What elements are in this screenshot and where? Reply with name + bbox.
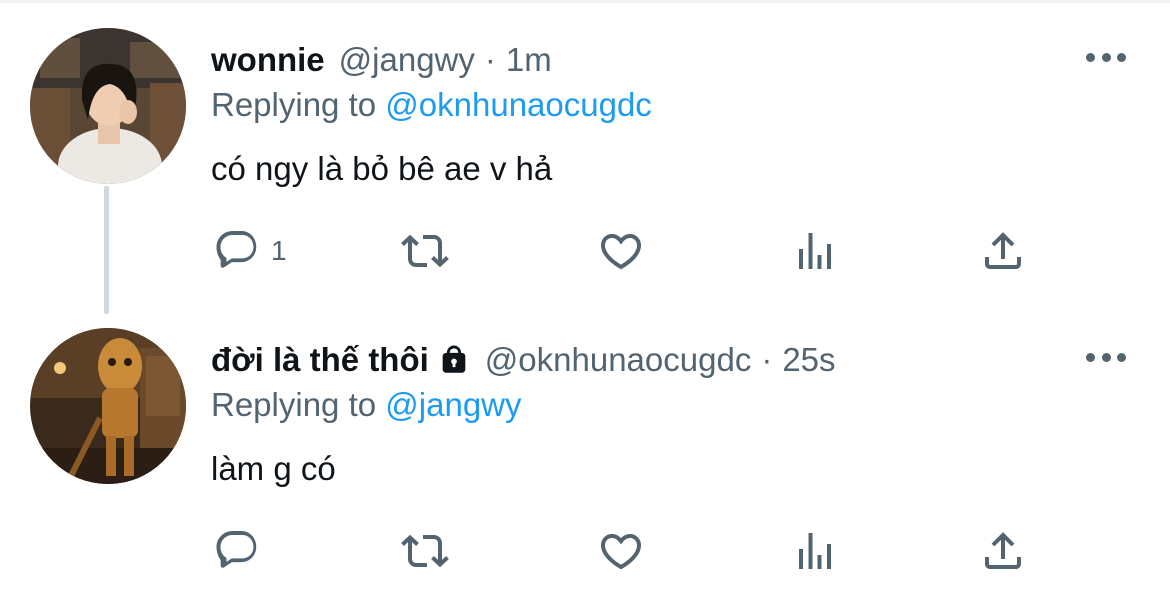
like-button[interactable]: [597, 526, 645, 576]
reply-button[interactable]: 1: [213, 226, 287, 276]
share-button[interactable]: [979, 526, 1027, 576]
separator: ·: [484, 41, 496, 78]
avatar[interactable]: [30, 328, 186, 484]
retweet-button[interactable]: [401, 226, 449, 276]
mention-link[interactable]: @jangwy: [385, 386, 521, 423]
user-handle[interactable]: @oknhunaocugdc: [485, 341, 752, 379]
like-icon: [600, 534, 642, 570]
retweet-button[interactable]: [401, 526, 449, 576]
tweet-header: wonnie @jangwy · 1m: [211, 38, 552, 82]
tweet-text: làm g có: [211, 450, 336, 487]
tweet-actions: 1: [211, 226, 1041, 276]
share-button[interactable]: [979, 226, 1027, 276]
mention-link[interactable]: @oknhunaocugdc: [385, 86, 652, 123]
replying-prefix: Replying to: [211, 86, 377, 123]
stats-button[interactable]: [791, 526, 839, 576]
tweet-actions: [211, 526, 1041, 576]
reply-button[interactable]: [213, 526, 271, 576]
separator: ·: [761, 341, 773, 378]
reply-icon: [216, 231, 257, 268]
lock-icon: [442, 345, 466, 373]
replying-prefix: Replying to: [211, 386, 377, 423]
tweet-text: có ngy là bỏ bê ae v hả: [211, 150, 553, 187]
timestamp[interactable]: 1m: [506, 41, 552, 79]
like-button[interactable]: [597, 226, 645, 276]
display-name[interactable]: wonnie: [211, 41, 325, 79]
avatar[interactable]: [30, 28, 186, 184]
tweet[interactable]: đời là thế thôi @oknhunaocugdc · 25s Rep…: [0, 328, 1170, 594]
top-divider: [0, 0, 1170, 3]
more-icon[interactable]: [1086, 350, 1126, 364]
user-handle[interactable]: @jangwy: [339, 41, 475, 79]
timestamp[interactable]: 25s: [782, 341, 835, 379]
reply-count: 1: [271, 235, 287, 266]
display-name[interactable]: đời là thế thôi: [211, 341, 429, 379]
retweet-icon: [401, 534, 449, 568]
retweet-icon: [401, 234, 449, 268]
stats-icon: [799, 233, 831, 269]
stats-icon: [799, 533, 831, 569]
tweet-header: đời là thế thôi @oknhunaocugdc · 25s: [211, 338, 836, 382]
share-icon: [985, 532, 1021, 569]
stats-button[interactable]: [791, 226, 839, 276]
replying-to: Replying to @oknhunaocugdc: [211, 86, 652, 124]
share-icon: [985, 232, 1021, 269]
like-icon: [600, 234, 642, 270]
reply-icon: [216, 531, 257, 568]
tweet[interactable]: wonnie @jangwy · 1m Replying to @oknhuna…: [0, 28, 1170, 308]
replying-to: Replying to @jangwy: [211, 386, 522, 424]
more-icon[interactable]: [1086, 50, 1126, 64]
